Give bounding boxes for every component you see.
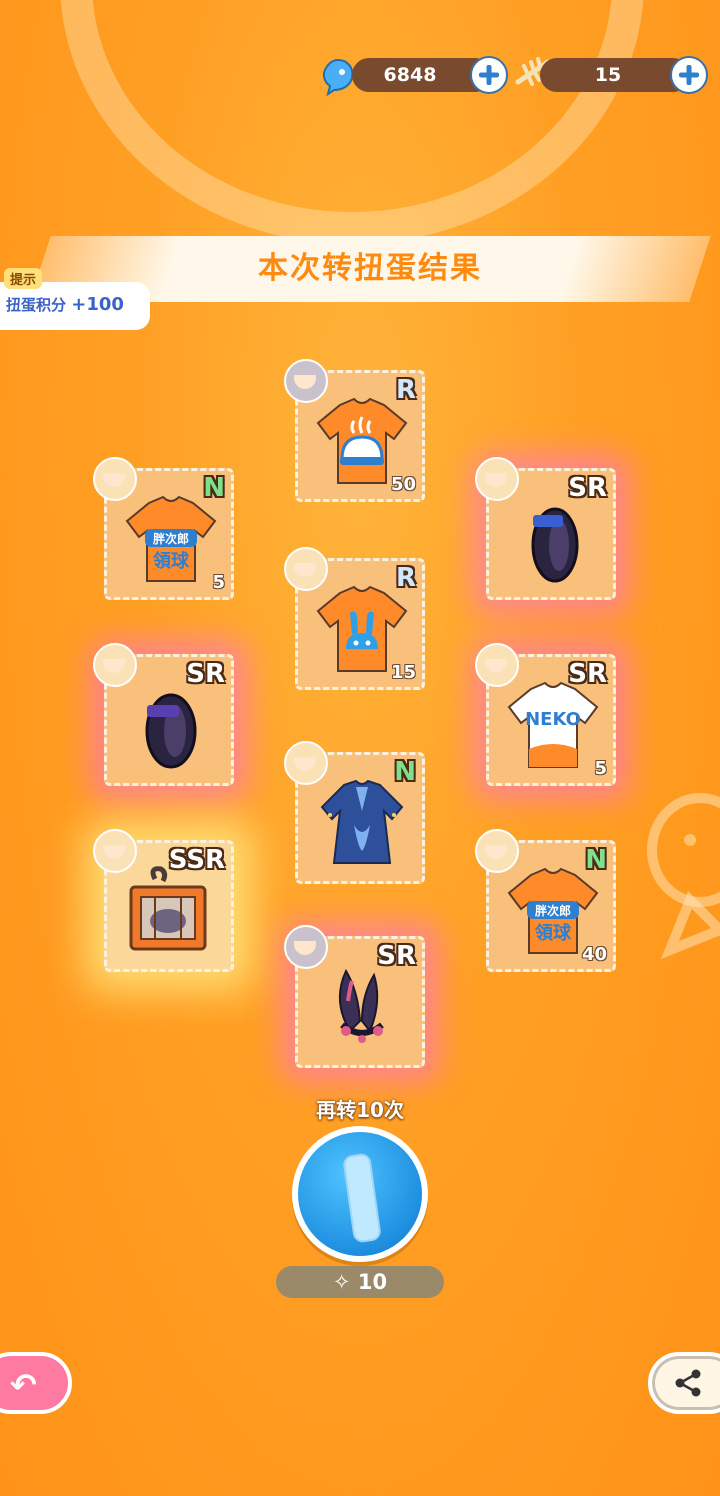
gems-value: 6848 [383,64,437,86]
shirt-logo-line2: 領球 [153,550,190,572]
blue-dress-icon [320,779,404,864]
rarity-badge: SR [186,659,225,689]
item-card[interactable]: SSR [93,829,234,972]
item-card[interactable]: 胖次郎 領球 N 40 [475,829,616,972]
item-card[interactable]: 胖次郎 領球 N 5 [93,457,234,600]
rarity-badge: SR [377,941,416,971]
rarity-badge: N [394,757,416,787]
share-button[interactable] [648,1352,720,1414]
shirt-logo-neko: NEKO [525,709,581,730]
cat-crate-icon [129,866,207,951]
rarity-badge: N [585,845,607,875]
spin-again-label: 再转10次 [316,1098,404,1122]
add-gems-button[interactable] [470,56,508,94]
spin-cost-value: 10 [357,1270,388,1294]
item-count: 5 [212,572,225,593]
spin-again-button[interactable] [292,1126,428,1262]
background-fish-icon [647,793,720,959]
rarity-badge: SR [568,659,607,689]
shirt-logo-line1: 胖次郎 [534,903,571,918]
background-swirl [60,0,644,244]
share-icon [675,1369,701,1397]
fish-bone-ticket-icon: ✧ [332,1270,351,1294]
black-ring-icon [145,693,197,769]
item-count: 5 [594,758,607,779]
item-card[interactable]: SR [284,925,425,1068]
tip-label: 扭蛋积分 [6,296,67,314]
item-card[interactable]: R 50 [284,359,425,502]
neko-shirt-icon: NEKO [507,681,599,768]
bunny-ears-icon [338,968,384,1043]
shirt-logo-line1: 胖次郎 [152,531,189,546]
orange-shirt-icon: 胖次郎 領球 [125,495,217,582]
capsule-handle-icon [342,1152,382,1244]
tip-text: 扭蛋积分 +100 [6,294,124,315]
back-arrow-icon: ↶ [10,1366,37,1404]
rarity-badge: R [395,375,416,405]
back-button[interactable]: ↶ [0,1352,72,1414]
tip-tag: 提示 [4,268,43,289]
item-count: 40 [581,944,607,965]
rarity-badge: SR [568,473,607,503]
shirt-logo-line2: 領球 [535,922,572,944]
rarity-badge: N [203,473,225,503]
tip-points: +100 [71,294,124,315]
spin-cost: ✧ 10 [276,1266,444,1298]
rarity-badge: R [395,563,416,593]
item-card[interactable]: R 15 [284,547,425,690]
item-count: 50 [390,474,416,495]
item-card[interactable]: SR [93,643,234,786]
item-card[interactable]: SR [475,457,616,600]
tickets-value: 15 [594,64,622,86]
black-ring-icon [531,507,579,583]
item-card[interactable]: N [284,741,425,884]
add-tickets-button[interactable] [670,56,708,94]
item-count: 15 [390,662,416,683]
rarity-badge: SSR [168,845,225,875]
item-card[interactable]: NEKO SR 5 [475,643,616,786]
